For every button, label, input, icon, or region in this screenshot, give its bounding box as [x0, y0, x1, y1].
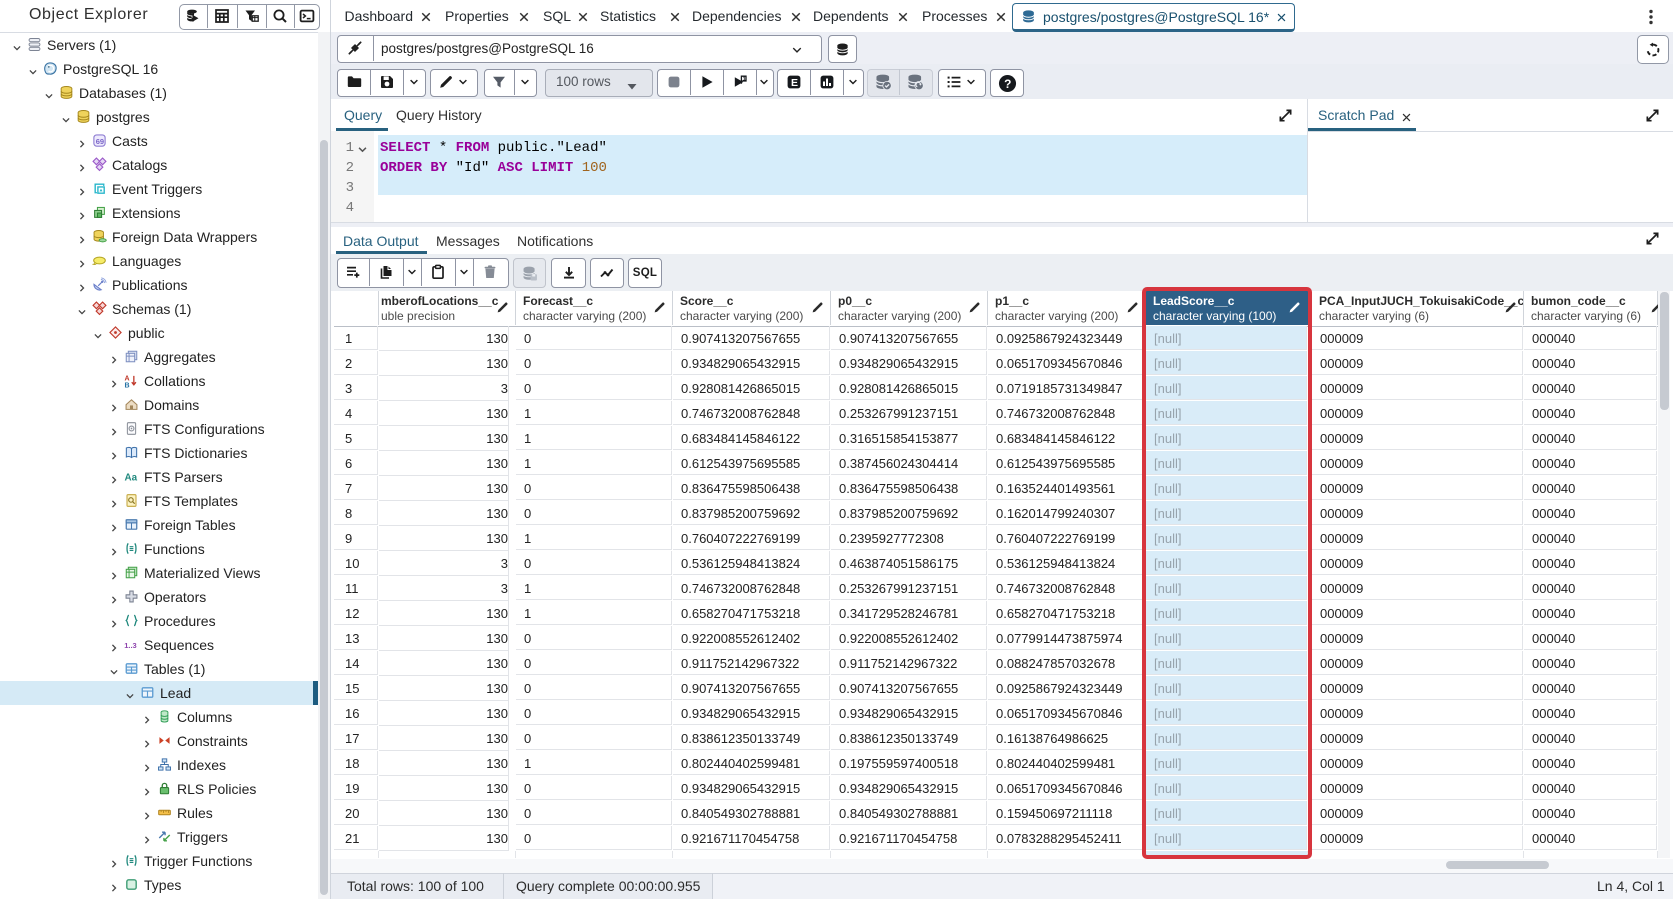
svg-text:69: 69	[96, 136, 104, 145]
svg-text:E: E	[791, 77, 798, 89]
svg-text:?: ?	[1004, 77, 1011, 91]
svg-text:Aa: Aa	[124, 472, 137, 483]
svg-text:B: B	[124, 382, 129, 387]
svg-text:1..3: 1..3	[124, 640, 137, 649]
svg-text:1: 1	[742, 77, 745, 83]
svg-text:A: A	[124, 375, 129, 382]
